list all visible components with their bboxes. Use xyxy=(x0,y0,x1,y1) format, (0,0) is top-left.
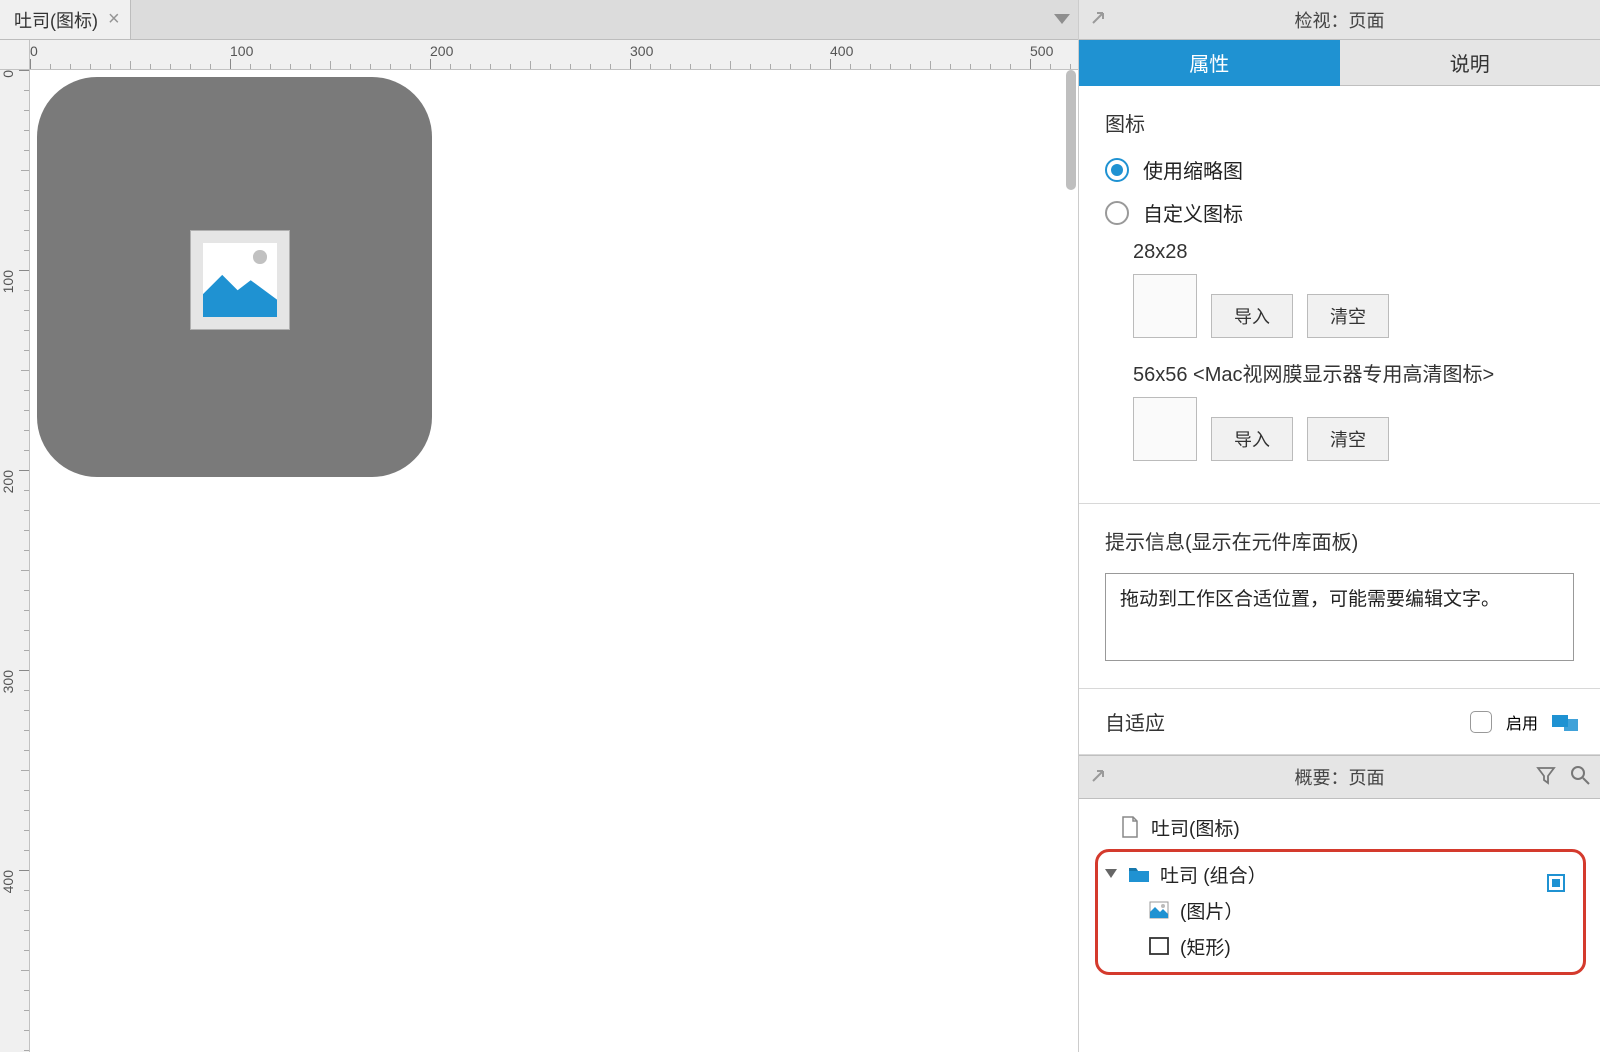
tooltip-textarea[interactable] xyxy=(1105,573,1574,661)
outline-group-row[interactable]: 吐司 (组合） xyxy=(1104,856,1577,892)
image-icon xyxy=(1148,901,1170,919)
radio-use-thumbnail-label: 使用缩略图 xyxy=(1143,155,1243,184)
outline-page-row[interactable]: 吐司(图标) xyxy=(1095,809,1586,845)
outline-title: 概要：页面 xyxy=(1295,764,1385,790)
sun-icon xyxy=(253,250,266,263)
filter-icon[interactable] xyxy=(1536,765,1556,790)
outline-rect-row[interactable]: (矩形) xyxy=(1104,928,1577,964)
radio-icon xyxy=(1105,201,1129,225)
size-56-label: 56x56 <Mac视网膜显示器专用高清图标> xyxy=(1133,358,1574,387)
caret-down-icon[interactable] xyxy=(1104,869,1118,879)
mountain-icon xyxy=(203,271,277,317)
close-icon[interactable]: × xyxy=(108,8,120,31)
outline-page-label: 吐司(图标) xyxy=(1151,814,1240,841)
radio-custom-icon-label: 自定义图标 xyxy=(1143,198,1243,227)
canvas-area: 0 100 200 300 400 500 0 100 200 300 400 xyxy=(0,40,1078,1052)
document-tab[interactable]: 吐司(图标) × xyxy=(0,0,131,39)
canvas[interactable] xyxy=(30,70,1078,1052)
inspector-tabs: 属性 说明 xyxy=(1079,40,1600,86)
master-badge-icon[interactable] xyxy=(1547,874,1565,892)
ruler-horizontal[interactable]: 0 100 200 300 400 500 xyxy=(30,40,1078,70)
search-icon[interactable] xyxy=(1570,765,1590,790)
image-placeholder-widget[interactable] xyxy=(190,230,290,330)
icon-size-56-block: 56x56 <Mac视网膜显示器专用高清图标> 导入 清空 xyxy=(1133,358,1574,461)
tab-menu-caret-icon[interactable] xyxy=(1054,11,1070,29)
adaptive-label: 自适应 xyxy=(1105,707,1165,736)
outline-image-label: (图片） xyxy=(1180,897,1243,924)
rectangle-icon xyxy=(1148,937,1170,955)
tooltip-section: 提示信息(显示在元件库面板) xyxy=(1079,504,1600,689)
outline-group-label: 吐司 (组合） xyxy=(1160,861,1267,888)
icon-size-28-block: 28x28 导入 清空 xyxy=(1133,241,1574,338)
document-tab-label: 吐司(图标) xyxy=(14,7,98,33)
tooltip-section-title: 提示信息(显示在元件库面板) xyxy=(1105,526,1574,555)
tab-notes-label: 说明 xyxy=(1450,48,1490,77)
icon-section-title: 图标 xyxy=(1105,108,1574,137)
ruler-h-label: 300 xyxy=(630,43,653,59)
import-button-56[interactable]: 导入 xyxy=(1211,417,1293,461)
outline-rect-label: (矩形) xyxy=(1180,933,1231,960)
icon-section: 图标 使用缩略图 自定义图标 28x28 导入 清空 56x56 <Mac视网膜… xyxy=(1079,86,1600,504)
adaptive-preset-icon[interactable] xyxy=(1552,713,1578,731)
radio-use-thumbnail[interactable]: 使用缩略图 xyxy=(1105,155,1574,184)
ruler-v-label: 0 xyxy=(0,70,16,78)
vertical-scrollbar[interactable] xyxy=(1066,70,1076,190)
adaptive-row: 自适应 启用 xyxy=(1079,689,1600,755)
ruler-corner xyxy=(0,40,30,70)
radio-icon xyxy=(1105,158,1129,182)
ruler-h-label: 400 xyxy=(830,43,853,59)
tab-properties-label: 属性 xyxy=(1189,48,1229,77)
ruler-h-label: 100 xyxy=(230,43,253,59)
ruler-v-label: 300 xyxy=(0,670,16,693)
clear-button-56[interactable]: 清空 xyxy=(1307,417,1389,461)
image-placeholder-inner xyxy=(203,243,277,317)
ruler-h-label: 200 xyxy=(430,43,453,59)
popout-icon[interactable] xyxy=(1091,9,1107,30)
ruler-h-label: 0 xyxy=(30,43,38,59)
ruler-v-label: 200 xyxy=(0,470,16,493)
ruler-h-label: 500 xyxy=(1030,43,1053,59)
outline-image-row[interactable]: (图片） xyxy=(1104,892,1577,928)
ruler-v-label: 100 xyxy=(0,270,16,293)
inspector-title: 检视：页面 xyxy=(1295,7,1385,33)
outline-header: 概要：页面 xyxy=(1079,755,1600,799)
icon-preview-28[interactable] xyxy=(1133,274,1197,338)
import-button-28[interactable]: 导入 xyxy=(1211,294,1293,338)
tab-properties[interactable]: 属性 xyxy=(1079,40,1340,86)
editor-pane: 吐司(图标) × 0 100 200 300 400 500 0 100 200 300 400 xyxy=(0,0,1078,1052)
clear-button-28[interactable]: 清空 xyxy=(1307,294,1389,338)
outline-body: 吐司(图标) 吐司 (组合） (图片） xyxy=(1079,799,1600,1052)
outline-highlight-box: 吐司 (组合） (图片） (矩形) xyxy=(1095,849,1586,975)
adaptive-enable-label: 启用 xyxy=(1506,710,1538,734)
size-28-label: 28x28 xyxy=(1133,241,1574,264)
ruler-vertical[interactable]: 0 100 200 300 400 xyxy=(0,70,30,1052)
popout-icon[interactable] xyxy=(1091,767,1107,788)
radio-custom-icon[interactable]: 自定义图标 xyxy=(1105,198,1574,227)
page-icon xyxy=(1119,816,1141,838)
folder-icon xyxy=(1128,865,1150,883)
inspector-header: 检视：页面 xyxy=(1079,0,1600,40)
icon-preview-56[interactable] xyxy=(1133,397,1197,461)
document-tab-bar: 吐司(图标) × xyxy=(0,0,1078,40)
inspector-pane: 检视：页面 属性 说明 图标 使用缩略图 自定义图标 28x28 导入 清空 xyxy=(1078,0,1600,1052)
tab-notes[interactable]: 说明 xyxy=(1340,40,1600,86)
adaptive-enable-checkbox[interactable] xyxy=(1470,711,1492,733)
ruler-v-label: 400 xyxy=(0,870,16,893)
